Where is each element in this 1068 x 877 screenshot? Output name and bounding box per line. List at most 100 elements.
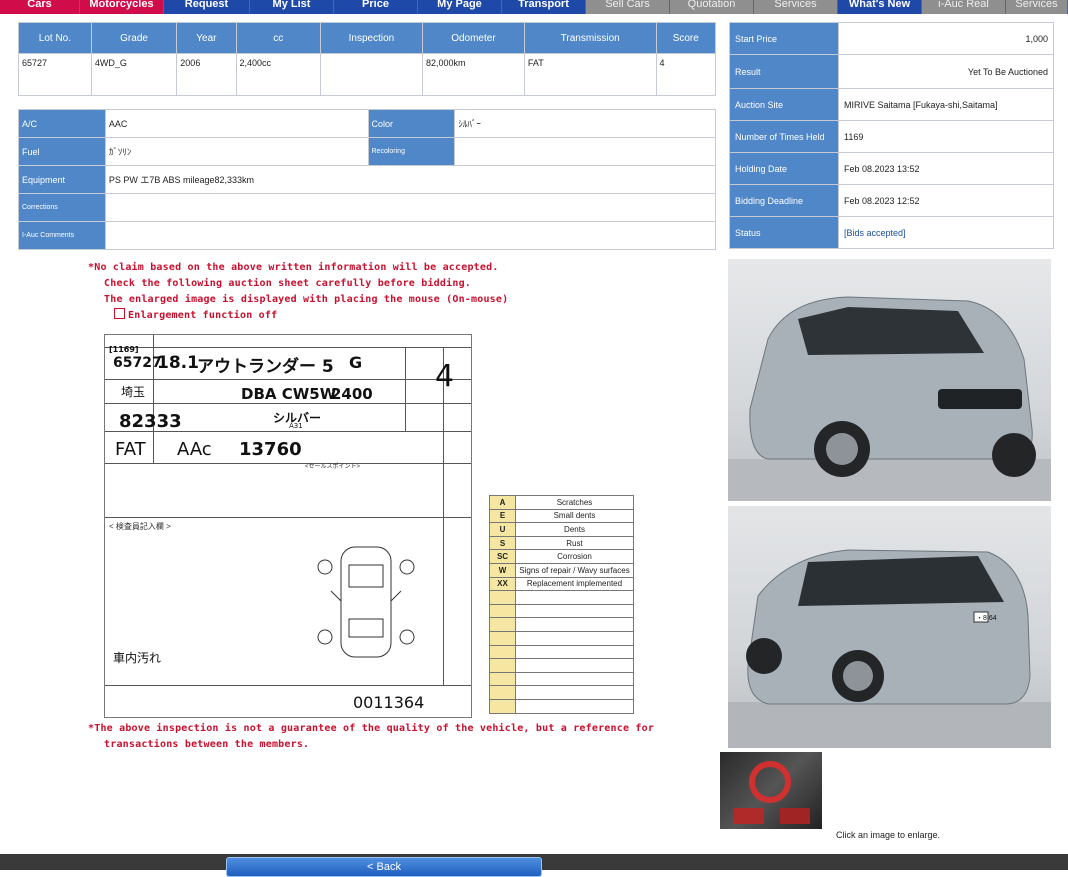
nav-tab-11[interactable]: i-Auc Real: [922, 0, 1006, 14]
equipment-value: PS PW エ7B ABS mileage82,333km: [104, 165, 717, 194]
legend-code: [489, 671, 516, 687]
damage-legend-table: A Scratches E Small dents U Dents S Rust SC Corro…: [489, 495, 634, 714]
legend-row: [489, 617, 634, 632]
sheet-inspector-title: < 検査員記入欄 >: [109, 522, 171, 531]
grade-value: 4WD_G: [90, 53, 178, 96]
legend-desc: Signs of repair / Wavy surfaces: [515, 562, 634, 578]
back-button[interactable]: < Back: [226, 857, 542, 877]
legend-row: [489, 630, 634, 646]
legend-desc: Rust: [515, 535, 634, 551]
legend-code: E: [489, 508, 516, 524]
inspection-value: [319, 53, 423, 96]
sheet-year: 18.1: [157, 353, 199, 373]
transmission-value: FAT: [523, 53, 657, 96]
nav-tab-1[interactable]: Motorcycles: [80, 0, 164, 14]
times-held-value: 1169: [838, 120, 1054, 153]
odometer-value: 82,000km: [421, 53, 525, 96]
nav-tab-0[interactable]: Cars: [0, 0, 80, 14]
notice-members: transactions between the members.: [104, 739, 310, 750]
suv-rear-icon: ・8 64: [728, 549, 1051, 748]
nav-tab-10[interactable]: What's New: [838, 0, 922, 14]
holding-date-value: Feb 08.2023 13:52: [838, 152, 1054, 185]
fuel-value: ｶﾞｿﾘﾝ: [104, 137, 369, 166]
nav-tab-3[interactable]: My List: [250, 0, 334, 14]
cc-value: 2,400cc: [235, 53, 321, 96]
sheet-serial: 0011364: [353, 693, 425, 712]
color-value: ｼﾙﾊﾞｰ: [454, 109, 716, 138]
legend-row: XX Replacement implemented: [489, 576, 634, 592]
start-price-value: 1,000: [838, 22, 1054, 55]
legend-code: [489, 617, 516, 632]
nav-tab-5[interactable]: My Page: [418, 0, 502, 14]
nav-tab-2[interactable]: Request: [164, 0, 250, 14]
vehicle-attributes-table: A/C AAC Color ｼﾙﾊﾞｰ Fuel ｶﾞｿﾘﾝ Recolorin…: [18, 109, 717, 250]
car-diagram-icon: [317, 546, 415, 658]
enlargement-checkbox[interactable]: [114, 308, 125, 319]
enlargement-label[interactable]: Enlargement function off: [128, 310, 277, 321]
top-nav: Cars Motorcycles Request My List Price My Pag…: [0, 0, 1068, 14]
legend-desc: Scratches: [515, 495, 634, 510]
legend-row: [489, 658, 634, 673]
legend-desc: [515, 617, 634, 632]
plate-number: ・8 64: [976, 615, 997, 622]
interior-thumbnail[interactable]: [720, 752, 822, 829]
sheet-code: DBA CW5W: [241, 385, 337, 403]
car-rear-photo[interactable]: ・8 64: [728, 506, 1051, 748]
sheet-handnote: 車内汚れ: [113, 651, 162, 665]
ac-label: A/C: [18, 109, 106, 138]
recoloring-value: [454, 137, 716, 166]
auction-site-value: MIRIVE Saitama [Fukaya-shi,Saitama]: [838, 88, 1054, 121]
notice-no-claim: *No claim based on the above written inf…: [88, 262, 499, 273]
spec-value-row: 65727 4WD_G 2006 2,400cc 82,000km FAT 4: [18, 53, 717, 96]
legend-row: [489, 671, 634, 687]
legend-row: U Dents: [489, 522, 634, 537]
legend-code: U: [489, 522, 516, 537]
status-link[interactable]: [Bids accepted]: [844, 228, 906, 238]
nav-tab-4[interactable]: Price: [334, 0, 418, 14]
holding-date-label: Holding Date: [729, 152, 839, 185]
nav-tab-8[interactable]: Quotation: [670, 0, 754, 14]
legend-desc: [515, 603, 634, 619]
comments-label: I-Auc Comments: [18, 221, 106, 250]
sheet-held-number: [1169]: [109, 345, 139, 354]
notice-check-sheet: Check the following auction sheet carefu…: [104, 278, 472, 289]
legend-code: [489, 603, 516, 619]
col-odometer: Odometer: [421, 22, 525, 54]
auction-site-label: Auction Site: [729, 88, 839, 121]
sheet-score: 4: [435, 359, 455, 394]
legend-desc: [515, 590, 634, 605]
recoloring-label: Recoloring: [367, 137, 456, 166]
legend-row: S Rust: [489, 535, 634, 551]
nav-tab-9[interactable]: Services: [754, 0, 838, 14]
legend-code: A: [489, 495, 516, 510]
legend-desc: Corrosion: [515, 549, 634, 564]
sheet-region: 埼玉: [121, 385, 146, 399]
notice-not-guarantee: *The above inspection is not a guarantee…: [88, 723, 655, 734]
corrections-label: Corrections: [18, 193, 106, 222]
sheet-price-code: 13760: [239, 439, 302, 460]
sheet-cc: 2400: [331, 385, 373, 403]
score-value: 4: [655, 53, 717, 96]
nav-tab-7[interactable]: Sell Cars: [586, 0, 670, 14]
col-year: Year: [176, 22, 237, 54]
legend-code: [489, 658, 516, 673]
result-label: Result: [729, 54, 839, 89]
sheet-grade: G: [349, 353, 363, 372]
legend-desc: Dents: [515, 522, 634, 537]
times-held-label: Number of Times Held: [729, 120, 839, 153]
car-front-photo[interactable]: [728, 259, 1051, 501]
nav-tab-6[interactable]: Transport: [502, 0, 586, 14]
legend-desc: [515, 630, 634, 646]
auction-sheet-image[interactable]: [1169] 65727 18.1 アウトランダー 5 G 4 埼玉 DBA C…: [104, 334, 472, 718]
vehicle-spec-table: Lot No. Grade Year cc Inspection Odomete…: [18, 22, 717, 96]
steering-wheel-icon: [734, 761, 810, 824]
suv-front-icon: [728, 296, 1051, 501]
nav-tab-12[interactable]: Services: [1006, 0, 1068, 14]
legend-code: W: [489, 562, 516, 578]
status-value: [Bids accepted]: [838, 216, 1054, 249]
sheet-sales-point: <セールスポイント>: [305, 464, 361, 470]
year-value: 2006: [176, 53, 237, 96]
status-label: Status: [729, 216, 839, 249]
lot-no-value: 65727: [18, 53, 92, 96]
legend-code: [489, 644, 516, 660]
